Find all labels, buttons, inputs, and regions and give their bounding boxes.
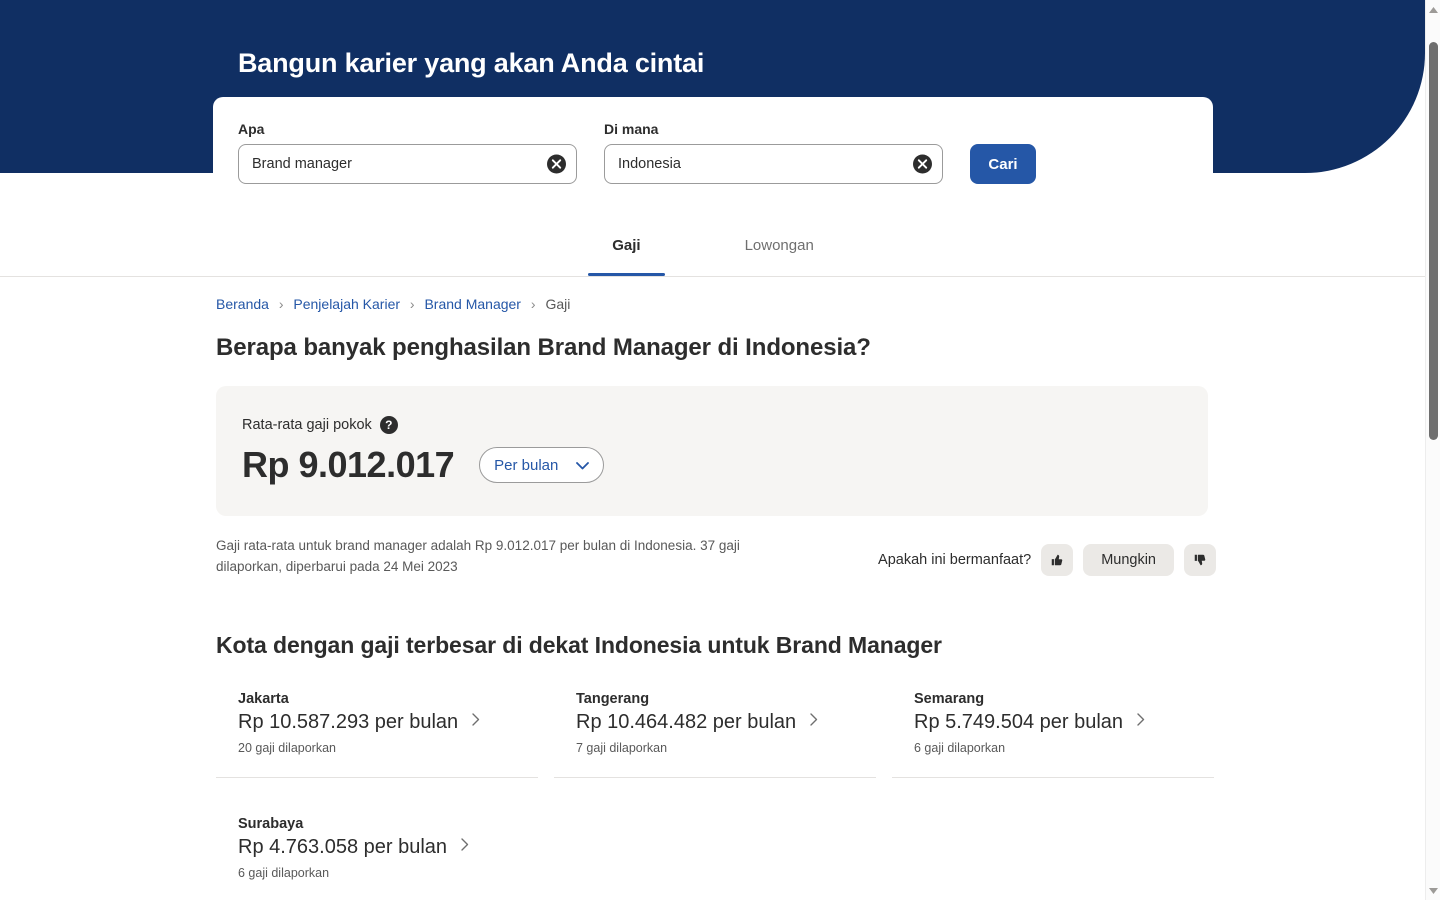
city-reports: 6 gaji dilaporkan bbox=[238, 865, 330, 880]
city-card-semarang[interactable]: Semarang Rp 5.749.504 per bulan 6 gaji d… bbox=[892, 685, 1214, 778]
scroll-down-arrow-icon[interactable] bbox=[1426, 883, 1440, 898]
city-card-tangerang[interactable]: Tangerang Rp 10.464.482 per bulan 7 gaji… bbox=[554, 685, 876, 778]
chevron-right-icon bbox=[461, 838, 469, 856]
city-salary: Rp 5.749.504 per bulan bbox=[914, 710, 1124, 733]
breadcrumb-separator-icon: › bbox=[530, 296, 536, 312]
salary-note-text: Gaji rata-rata untuk brand manager adala… bbox=[216, 538, 740, 574]
city-name: Semarang bbox=[914, 690, 985, 707]
what-input-wrap bbox=[238, 144, 577, 184]
what-field-group: Apa bbox=[238, 121, 577, 184]
tabs-divider bbox=[0, 276, 1425, 277]
city-name: Tangerang bbox=[576, 690, 650, 707]
cities-section-title: Kota dengan gaji terbesar di dekat Indon… bbox=[216, 631, 942, 658]
thumbs-down-icon[interactable] bbox=[1184, 544, 1216, 576]
search-fields: Apa Di mana bbox=[238, 121, 1188, 184]
breadcrumb: Beranda › Penjelajah Karier › Brand Mana… bbox=[216, 296, 1216, 312]
search-card: Apa Di mana bbox=[213, 97, 1213, 204]
salary-label-row: Rata-rata gaji pokok ? bbox=[242, 416, 1182, 434]
breadcrumb-item-beranda[interactable]: Beranda bbox=[216, 296, 269, 312]
city-reports: 7 gaji dilaporkan bbox=[576, 740, 668, 755]
breadcrumb-item-gaji: Gaji bbox=[545, 296, 571, 312]
search-submit-button[interactable]: Cari bbox=[970, 144, 1036, 184]
average-salary-card: Rata-rata gaji pokok ? Rp 9.012.017 Per … bbox=[216, 386, 1208, 516]
salary-period-select[interactable]: Per bulan bbox=[479, 447, 605, 483]
where-field-group: Di mana bbox=[604, 121, 943, 184]
city-salary-row: Rp 10.587.293 per bulan bbox=[238, 711, 538, 734]
what-input[interactable] bbox=[238, 144, 577, 184]
city-salary-row: Rp 4.763.058 per bulan bbox=[238, 836, 538, 859]
city-salary: Rp 10.587.293 per bulan bbox=[238, 710, 459, 733]
city-reports: 20 gaji dilaporkan bbox=[238, 740, 336, 755]
salary-value-row: Rp 9.012.017 Per bulan bbox=[242, 444, 1182, 486]
what-label: Apa bbox=[238, 121, 265, 137]
city-card-surabaya[interactable]: Surabaya Rp 4.763.058 per bulan 6 gaji d… bbox=[216, 810, 538, 900]
thumbs-up-icon[interactable] bbox=[1041, 544, 1074, 576]
page-root: Bangun karier yang akan Anda cintai Apa … bbox=[0, 0, 1440, 900]
chevron-right-icon bbox=[810, 713, 818, 731]
city-salary-row: Rp 5.749.504 per bulan bbox=[914, 711, 1214, 734]
average-salary-amount: Rp 9.012.017 bbox=[242, 444, 455, 485]
city-salary: Rp 4.763.058 per bulan bbox=[238, 835, 448, 858]
note-feedback-row: Gaji rata-rata untuk brand manager adala… bbox=[216, 536, 1216, 578]
scrollbar-thumb[interactable] bbox=[1429, 42, 1438, 440]
tab-gaji[interactable]: Gaji bbox=[588, 222, 665, 276]
chevron-right-icon bbox=[472, 713, 480, 731]
average-salary-label: Rata-rata gaji pokok bbox=[242, 417, 372, 433]
hero-title: Bangun karier yang akan Anda cintai bbox=[238, 48, 705, 78]
breadcrumb-separator-icon: › bbox=[409, 296, 415, 312]
salary-period-value: Per bulan bbox=[494, 456, 559, 474]
where-label: Di mana bbox=[604, 121, 659, 137]
tab-lowongan[interactable]: Lowongan bbox=[721, 222, 838, 276]
city-salary-row: Rp 10.464.482 per bulan bbox=[576, 711, 876, 734]
clear-where-icon[interactable] bbox=[913, 154, 932, 174]
cities-grid: Jakarta Rp 10.587.293 per bulan 20 gaji … bbox=[216, 685, 1216, 900]
scroll-up-arrow-icon[interactable] bbox=[1426, 2, 1440, 17]
city-salary: Rp 10.464.482 per bulan bbox=[576, 710, 797, 733]
tab-bar: Gaji Lowongan bbox=[213, 222, 1213, 276]
city-name: Surabaya bbox=[238, 815, 304, 832]
breadcrumb-separator-icon: › bbox=[278, 296, 284, 312]
where-input[interactable] bbox=[604, 144, 943, 184]
chevron-down-icon bbox=[576, 457, 590, 474]
city-name: Jakarta bbox=[238, 690, 289, 707]
chevron-right-icon bbox=[1137, 713, 1145, 731]
where-input-wrap bbox=[604, 144, 943, 184]
page-title: Berapa banyak penghasilan Brand Manager … bbox=[216, 334, 871, 361]
feedback-question: Apakah ini bermanfaat? bbox=[878, 552, 1032, 568]
main-content: Beranda › Penjelajah Karier › Brand Mana… bbox=[216, 296, 1216, 900]
city-reports: 6 gaji dilaporkan bbox=[914, 740, 1006, 755]
feedback-widget: Apakah ini bermanfaat? Mungkin bbox=[878, 536, 1216, 576]
clear-what-icon[interactable] bbox=[547, 154, 566, 174]
vertical-scrollbar[interactable] bbox=[1425, 0, 1440, 900]
feedback-maybe-button[interactable]: Mungkin bbox=[1083, 544, 1174, 576]
breadcrumb-item-brand-manager[interactable]: Brand Manager bbox=[424, 296, 521, 312]
breadcrumb-item-penjelajah-karier[interactable]: Penjelajah Karier bbox=[293, 296, 400, 312]
help-icon[interactable]: ? bbox=[379, 416, 398, 434]
city-card-jakarta[interactable]: Jakarta Rp 10.587.293 per bulan 20 gaji … bbox=[216, 685, 538, 778]
